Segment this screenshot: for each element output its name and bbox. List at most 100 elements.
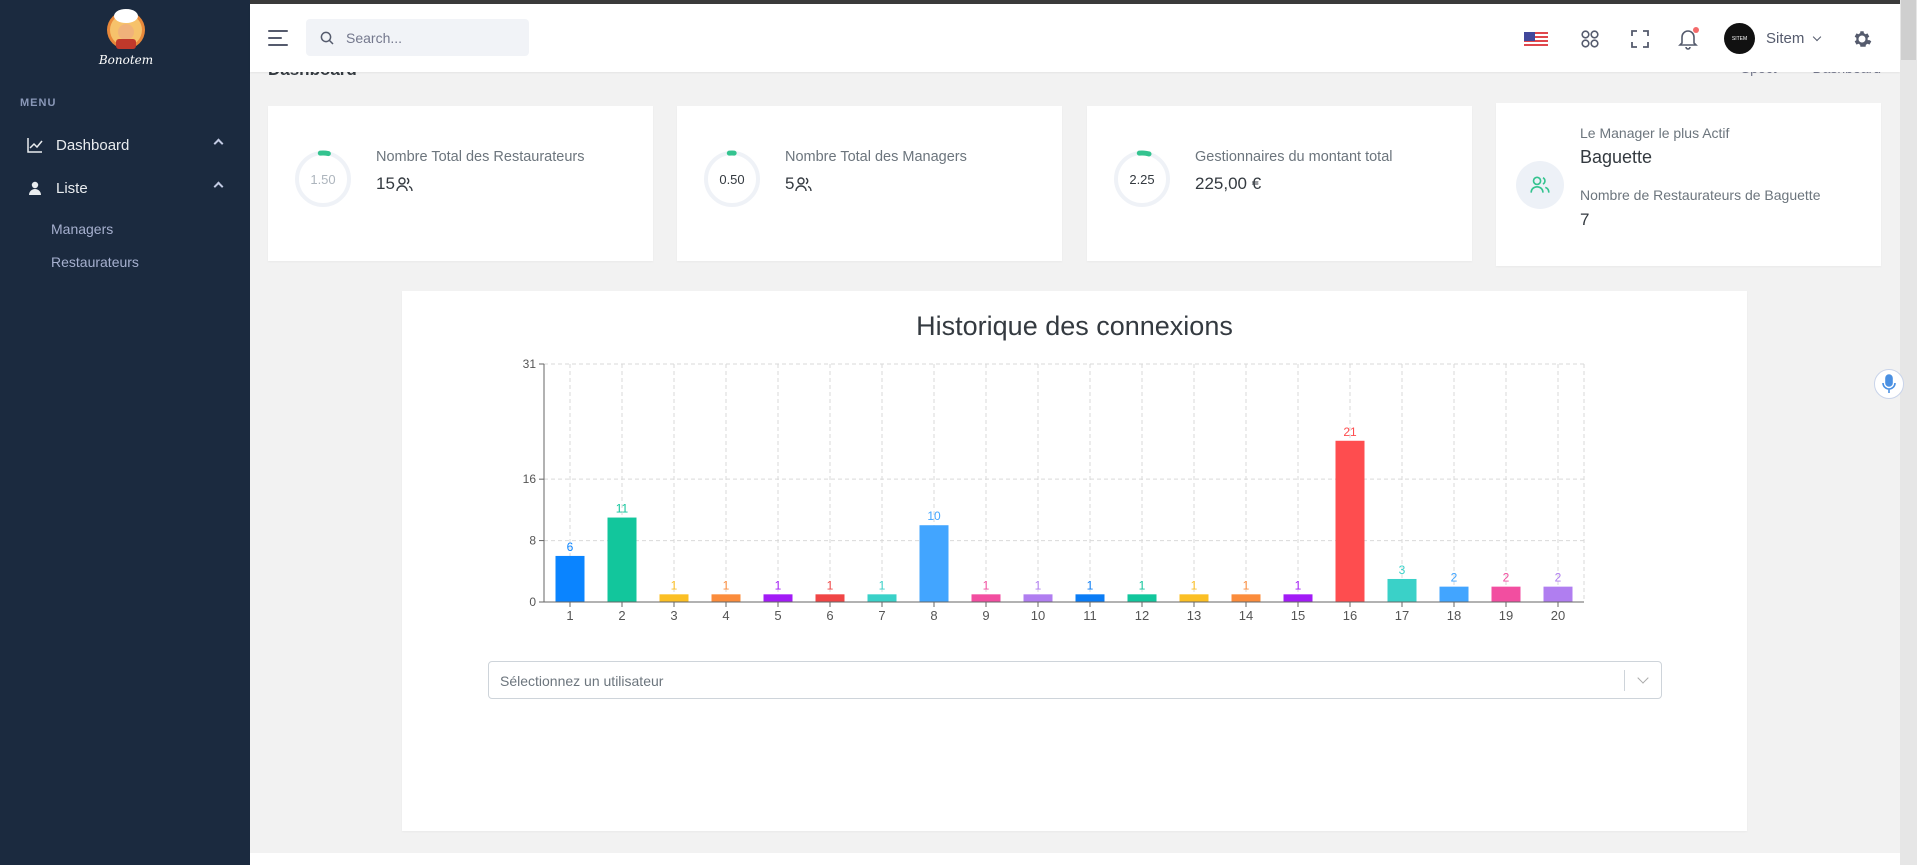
sidebar-item-label: Liste: [56, 179, 88, 197]
ring-value: 0.50: [719, 171, 745, 187]
stat-value: 225,00 €: [1195, 174, 1261, 194]
data-label: 1: [1243, 578, 1250, 592]
most-active-manager-label: Le Manager le plus Actif: [1580, 125, 1730, 141]
data-label: 1: [723, 578, 730, 592]
data-label: 2: [1451, 571, 1458, 585]
x-tick-label: 6: [826, 608, 833, 623]
x-tick-label: 17: [1395, 608, 1409, 623]
bar: [763, 594, 793, 602]
bar: [555, 555, 585, 602]
x-tick-label: 18: [1447, 608, 1461, 623]
data-label: 1: [775, 578, 782, 592]
bar: [1023, 594, 1053, 602]
most-active-manager-name: Baguette: [1580, 147, 1653, 167]
stat-number: 5: [785, 174, 795, 193]
bar: [607, 517, 637, 602]
apps-grid-icon[interactable]: [1578, 27, 1602, 51]
search-input[interactable]: [346, 29, 516, 46]
data-label: 3: [1399, 563, 1406, 577]
microphone-icon[interactable]: [1874, 369, 1904, 399]
hamburger-menu-icon[interactable]: [268, 30, 288, 46]
scrollbar-thumb[interactable]: [1901, 0, 1916, 60]
chart-title: Historique des connexions: [916, 311, 1233, 341]
sidebar: Bonotem MENU Dashboard Liste Managers Re…: [0, 0, 250, 865]
chart-line-icon: [26, 136, 44, 154]
stat-value: 15: [376, 174, 413, 194]
user-name: Sitem: [1766, 30, 1805, 47]
ring-value: 1.50: [310, 171, 336, 187]
data-label: 1: [1191, 578, 1198, 592]
bar: [1283, 594, 1313, 602]
data-label: 1: [1087, 578, 1094, 592]
sidebar-item-dashboard[interactable]: Dashboard: [0, 127, 250, 163]
users-icon: [1516, 161, 1564, 209]
bar: [1543, 586, 1573, 602]
x-tick-label: 19: [1499, 608, 1513, 623]
us-flag-icon[interactable]: [1524, 32, 1548, 48]
user-select[interactable]: Sélectionnez un utilisateur: [488, 661, 1662, 699]
bar: [1127, 594, 1157, 602]
data-label: 6: [567, 540, 574, 554]
x-tick-label: 5: [774, 608, 781, 623]
footer: [250, 853, 1900, 865]
stat-number: 225,00 €: [1195, 174, 1262, 193]
bar: [815, 594, 845, 602]
x-tick-label: 2: [618, 608, 625, 623]
bar: [1387, 578, 1417, 602]
bar: [1439, 586, 1469, 602]
sidebar-item-label: Dashboard: [56, 136, 130, 154]
x-tick-label: 20: [1551, 608, 1565, 623]
settings-gear-icon[interactable]: [1850, 27, 1874, 51]
sidebar-subitem-restaurateurs[interactable]: Restaurateurs: [51, 254, 139, 270]
bar: [867, 594, 897, 602]
scrollbar[interactable]: [1900, 0, 1917, 865]
data-label: 1: [1295, 578, 1302, 592]
select-placeholder: Sélectionnez un utilisateur: [500, 673, 664, 689]
stat-label: Nombre Total des Restaurateurs: [376, 149, 585, 165]
svg-text:Bonotem: Bonotem: [98, 53, 153, 67]
data-label: 2: [1555, 571, 1562, 585]
x-tick-label: 13: [1187, 608, 1201, 623]
chevron-down-icon: [1813, 32, 1822, 41]
data-label: 1: [671, 578, 678, 592]
fullscreen-icon[interactable]: [1628, 27, 1652, 51]
x-tick-label: 10: [1031, 608, 1045, 623]
bar: [1179, 594, 1209, 602]
bar: [1335, 440, 1365, 602]
data-label: 1: [827, 578, 834, 592]
bar: [971, 594, 1001, 602]
bar: [919, 525, 949, 602]
data-label: 1: [1035, 578, 1042, 592]
data-label: 1: [879, 578, 886, 592]
stat-card-top-manager: Le Manager le plus Actif Baguette Nombre…: [1496, 103, 1881, 266]
sidebar-item-liste[interactable]: Liste: [0, 170, 250, 206]
x-tick-label: 1: [566, 608, 573, 623]
stat-label: Gestionnaires du montant total: [1195, 149, 1393, 165]
data-label: 1: [983, 578, 990, 592]
ring-value: 2.25: [1129, 171, 1155, 187]
x-tick-label: 4: [722, 608, 729, 623]
x-tick-label: 9: [982, 608, 989, 623]
x-tick-label: 14: [1239, 608, 1253, 623]
y-tick-label: 16: [523, 472, 537, 486]
sidebar-subitem-managers[interactable]: Managers: [51, 221, 113, 237]
chevron-down-icon: [1637, 672, 1649, 684]
notification-bell-icon[interactable]: [1676, 27, 1700, 51]
x-tick-label: 11: [1083, 608, 1097, 623]
brand-logo[interactable]: Bonotem: [92, 6, 160, 72]
stat-label: Nombre Total des Managers: [785, 149, 967, 165]
x-tick-label: 12: [1135, 608, 1149, 623]
bar: [659, 594, 689, 602]
select-separator: [1624, 670, 1625, 691]
bar: [1491, 586, 1521, 602]
search-icon: [320, 31, 334, 45]
notification-dot: [1693, 27, 1699, 33]
bar: [711, 594, 741, 602]
bar: [1231, 594, 1261, 602]
user-menu[interactable]: SITEM Sitem: [1724, 23, 1822, 54]
data-label: 1: [1139, 578, 1146, 592]
y-tick-label: 8: [529, 534, 536, 548]
data-label: 21: [1343, 425, 1357, 439]
menu-title: MENU: [20, 97, 57, 109]
user-icon: [26, 179, 44, 197]
